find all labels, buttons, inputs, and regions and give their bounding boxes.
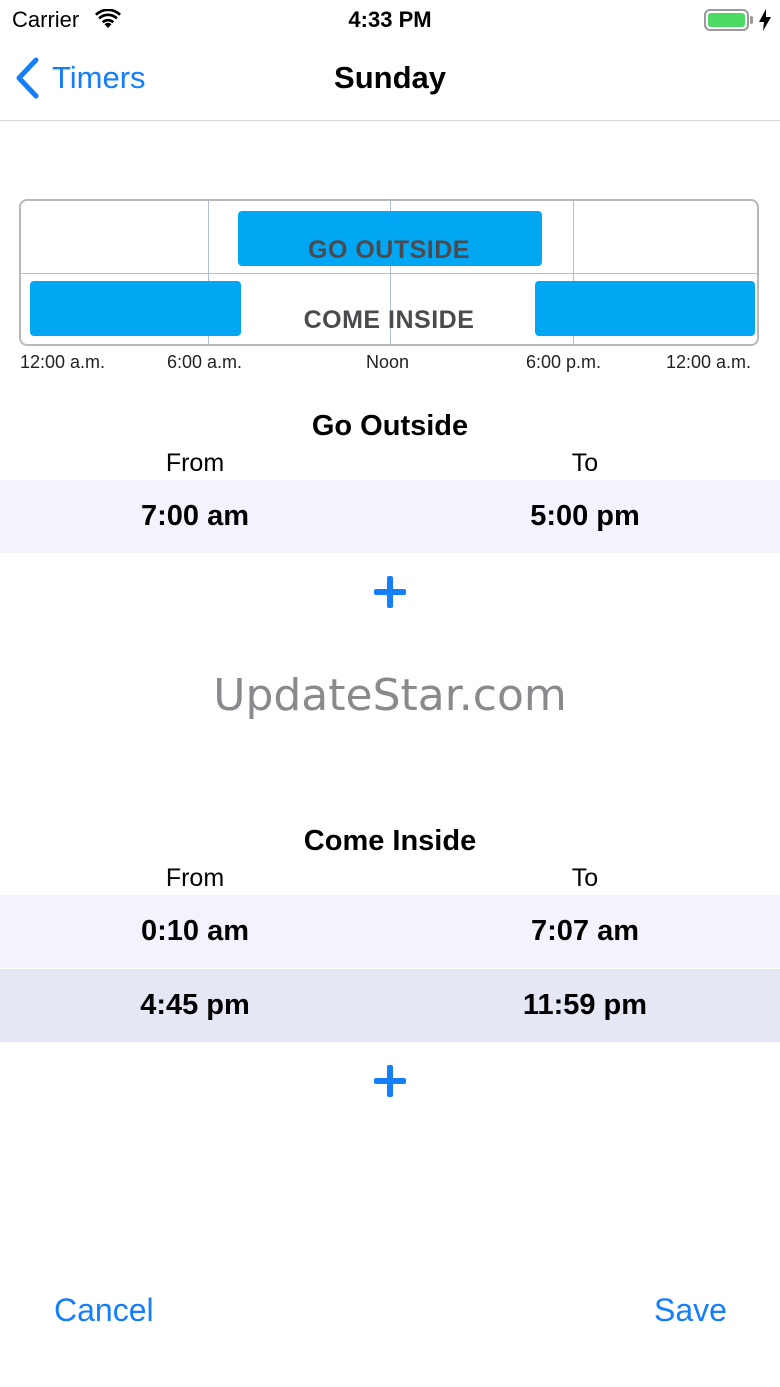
add-come-inside-button[interactable]: [366, 1057, 414, 1105]
watermark: UpdateStar.com: [213, 670, 567, 721]
come-inside-from-header: From: [165, 864, 225, 892]
status-bar: Carrier 4:33 PM: [0, 0, 780, 40]
go-outside-from-header: From: [165, 449, 225, 477]
page-title: Sunday: [334, 60, 446, 95]
timeline-row-divider: [21, 273, 757, 274]
plus-icon: [374, 1065, 406, 1097]
timeline-row-label-come-inside: COME INSIDE: [303, 306, 475, 334]
save-button[interactable]: Save: [654, 1292, 727, 1329]
go-outside-time-row[interactable]: 7:00 am 5:00 pm: [0, 480, 780, 553]
timeline-tick-label: Noon: [366, 352, 410, 372]
timeline-row-label-go-outside: GO OUTSIDE: [308, 236, 470, 264]
plus-icon: [374, 576, 406, 608]
come-inside-title: Come Inside: [303, 825, 477, 857]
charging-bolt-icon: [759, 9, 771, 31]
go-outside-from-time[interactable]: 7:00 am: [0, 480, 390, 553]
cancel-button[interactable]: Cancel: [54, 1292, 154, 1329]
come-inside-from-time[interactable]: 0:10 am: [0, 895, 390, 968]
come-inside-time-row[interactable]: 4:45 pm 11:59 pm: [0, 969, 780, 1042]
navigation-bar: Timers Sunday: [0, 40, 780, 121]
come-inside-to-header: To: [571, 864, 599, 892]
go-outside-to-header: To: [571, 449, 599, 477]
come-inside-to-time[interactable]: 7:07 am: [390, 895, 780, 968]
timeline-tick-label: 12:00 a.m.: [20, 352, 106, 372]
go-outside-title: Go Outside: [311, 410, 469, 442]
go-outside-to-time[interactable]: 5:00 pm: [390, 480, 780, 553]
add-go-outside-button[interactable]: [366, 568, 414, 616]
come-inside-to-time[interactable]: 11:59 pm: [390, 969, 780, 1042]
schedule-timeline: GO OUTSIDE COME INSIDE: [19, 199, 759, 346]
come-inside-time-row[interactable]: 0:10 am 7:07 am: [0, 895, 780, 968]
timeline-tick-label: 12:00 a.m.: [666, 352, 752, 372]
come-inside-from-time[interactable]: 4:45 pm: [0, 969, 390, 1042]
battery-icon: [704, 9, 753, 31]
timeline-tick-label: 6:00 p.m.: [526, 352, 602, 372]
timeline-tick-label: 6:00 a.m.: [167, 352, 243, 372]
status-time: 4:33 PM: [348, 7, 432, 32]
